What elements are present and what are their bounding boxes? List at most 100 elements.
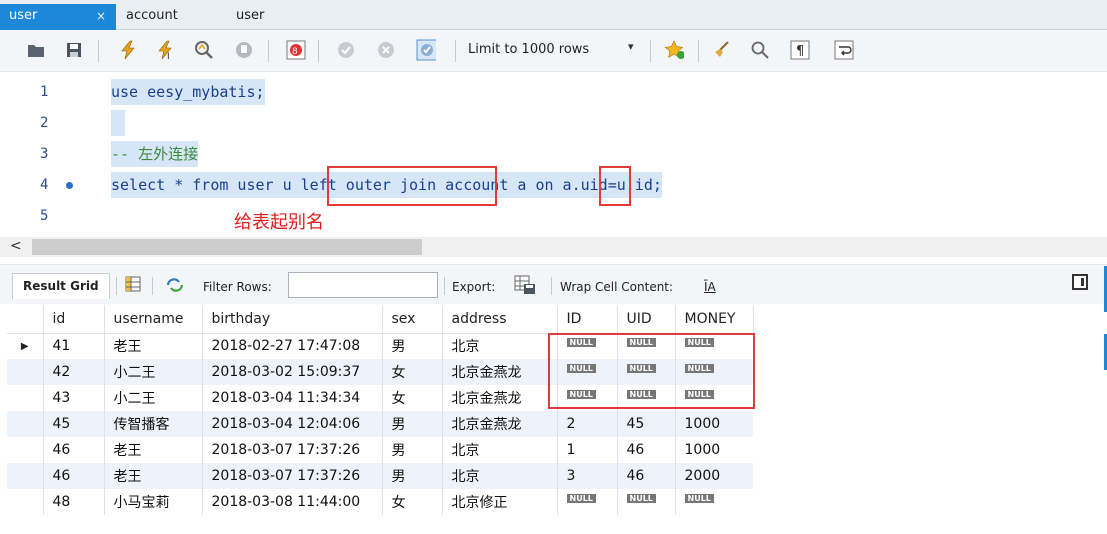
- cell-uid[interactable]: 46: [616, 463, 675, 489]
- tab-account[interactable]: account: [126, 4, 178, 30]
- cell-sex[interactable]: 男: [381, 411, 442, 437]
- grid-layout-icon[interactable]: [125, 276, 141, 296]
- cell-address[interactable]: 北京: [441, 437, 557, 463]
- toggle-error-icon[interactable]: 8: [286, 40, 306, 60]
- cell-birthday[interactable]: 2018-03-07 17:37:26: [201, 463, 382, 489]
- rollback-icon[interactable]: [376, 40, 396, 60]
- cell-address[interactable]: 北京: [441, 333, 557, 359]
- cell-address[interactable]: 北京修正: [441, 489, 557, 515]
- cell-sex[interactable]: 女: [381, 489, 442, 515]
- scroll-left-icon[interactable]: <: [10, 238, 22, 254]
- column-header-username[interactable]: username: [103, 305, 203, 334]
- cell-id[interactable]: 41: [42, 333, 104, 359]
- cell-money[interactable]: 2000: [674, 463, 753, 489]
- cell-sex[interactable]: 女: [381, 385, 442, 411]
- close-icon[interactable]: ×: [96, 4, 106, 28]
- column-header-money[interactable]: MONEY: [674, 305, 754, 334]
- column-header-id[interactable]: id: [42, 305, 105, 334]
- cell-id[interactable]: 42: [42, 359, 104, 385]
- word-wrap-icon[interactable]: [834, 40, 854, 60]
- beautify-broom-icon[interactable]: [712, 40, 732, 60]
- cell-id[interactable]: 46: [42, 463, 104, 489]
- cell-sex[interactable]: 男: [381, 333, 442, 359]
- cell-address[interactable]: 北京金燕龙: [441, 385, 557, 411]
- cell-uid[interactable]: NULL: [616, 489, 675, 515]
- row-selector[interactable]: [7, 463, 43, 489]
- cell-account-id[interactable]: 1: [556, 437, 617, 463]
- editor-line[interactable]: 5: [0, 201, 1107, 231]
- open-file-icon[interactable]: [26, 40, 46, 60]
- filter-rows-input[interactable]: [288, 272, 438, 298]
- cell-birthday[interactable]: 2018-03-04 12:04:06: [201, 411, 382, 437]
- table-row[interactable]: 48 小马宝莉 2018-03-08 11:44:00 女北京修正 NULL NULL NU…: [7, 489, 753, 515]
- cell-address[interactable]: 北京金燕龙: [441, 359, 557, 385]
- wrap-cell-icon[interactable]: ĪA: [704, 280, 716, 294]
- cell-birthday[interactable]: 2018-02-27 17:47:08: [201, 333, 382, 359]
- cell-sex[interactable]: 女: [381, 359, 442, 385]
- export-icon[interactable]: [514, 275, 536, 299]
- autocommit-toggle-icon[interactable]: [416, 39, 436, 61]
- toggle-side-panel-icon[interactable]: [1072, 274, 1088, 290]
- row-selector[interactable]: [7, 437, 43, 463]
- cell-id[interactable]: 45: [42, 411, 104, 437]
- invisible-chars-icon[interactable]: ¶: [790, 40, 810, 60]
- cell-username[interactable]: 小二王: [103, 359, 202, 385]
- chevron-down-icon[interactable]: ▾: [628, 40, 634, 53]
- cell-sex[interactable]: 男: [381, 437, 442, 463]
- sql-editor[interactable]: 1 use eesy_mybatis; 2 3 -- 左外连接 4 select…: [0, 73, 1107, 235]
- row-selector[interactable]: [7, 411, 43, 437]
- cell-username[interactable]: 老王: [103, 333, 202, 359]
- column-header-uid[interactable]: UID: [616, 305, 676, 334]
- cell-username[interactable]: 老王: [103, 463, 202, 489]
- row-selector[interactable]: ▶: [7, 333, 43, 359]
- column-header-sex[interactable]: sex: [381, 305, 443, 334]
- tab-user[interactable]: user: [236, 4, 264, 30]
- cell-username[interactable]: 小二王: [103, 385, 202, 411]
- column-header-birthday[interactable]: birthday: [201, 305, 383, 334]
- result-grid-tab[interactable]: Result Grid: [12, 273, 110, 299]
- cell-money[interactable]: 1000: [674, 437, 753, 463]
- stop-icon[interactable]: [234, 40, 254, 60]
- table-row[interactable]: 46 老王 2018-03-07 17:37:26 男北京 3 46 2000: [7, 463, 753, 489]
- explain-magnifier-icon[interactable]: [194, 40, 214, 60]
- column-header-address[interactable]: address: [441, 305, 558, 334]
- cell-username[interactable]: 老王: [103, 437, 202, 463]
- cell-sex[interactable]: 男: [381, 463, 442, 489]
- cell-id[interactable]: 43: [42, 385, 104, 411]
- cell-account-id[interactable]: NULL: [556, 489, 617, 515]
- table-row[interactable]: 46 老王 2018-03-07 17:37:26 男北京 1 46 1000: [7, 437, 753, 463]
- cell-account-id[interactable]: 2: [556, 411, 617, 437]
- cell-money[interactable]: 1000: [674, 411, 753, 437]
- cell-id[interactable]: 46: [42, 437, 104, 463]
- execute-current-statement-icon[interactable]: I: [156, 40, 176, 60]
- cell-money[interactable]: NULL: [674, 489, 753, 515]
- cell-username[interactable]: 传智播客: [103, 411, 202, 437]
- tab-user-active[interactable]: user ×: [0, 4, 116, 30]
- cell-birthday[interactable]: 2018-03-08 11:44:00: [201, 489, 382, 515]
- execute-lightning-icon[interactable]: [118, 40, 138, 60]
- cell-address[interactable]: 北京金燕龙: [441, 411, 557, 437]
- cell-birthday[interactable]: 2018-03-04 11:34:34: [201, 385, 382, 411]
- cell-account-id[interactable]: 3: [556, 463, 617, 489]
- editor-line[interactable]: 3 -- 左外连接: [0, 139, 1107, 169]
- editor-line[interactable]: 4 select * from user u left outer join a…: [0, 170, 1107, 200]
- cell-birthday[interactable]: 2018-03-02 15:09:37: [201, 359, 382, 385]
- cell-uid[interactable]: 46: [616, 437, 675, 463]
- row-selector[interactable]: [7, 359, 43, 385]
- table-row[interactable]: 45 传智播客 2018-03-04 12:04:06 男北京金燕龙 2 45 1000: [7, 411, 753, 437]
- save-icon[interactable]: [64, 40, 84, 60]
- refresh-icon[interactable]: [165, 276, 185, 298]
- sql-code-line[interactable]: [111, 110, 125, 136]
- column-header-account-id[interactable]: ID: [556, 305, 618, 334]
- limit-rows-select[interactable]: Limit to 1000 rows: [468, 42, 589, 57]
- sql-comment-line[interactable]: -- 左外连接: [111, 141, 199, 167]
- cell-id[interactable]: 48: [42, 489, 104, 515]
- row-selector[interactable]: [7, 489, 43, 515]
- cell-birthday[interactable]: 2018-03-07 17:37:26: [201, 437, 382, 463]
- add-snippet-star-icon[interactable]: [664, 40, 684, 60]
- editor-horizontal-scrollbar[interactable]: <: [0, 237, 1107, 257]
- find-icon[interactable]: [750, 40, 770, 60]
- cell-address[interactable]: 北京: [441, 463, 557, 489]
- row-selector[interactable]: [7, 385, 43, 411]
- scrollbar-thumb[interactable]: [32, 239, 422, 255]
